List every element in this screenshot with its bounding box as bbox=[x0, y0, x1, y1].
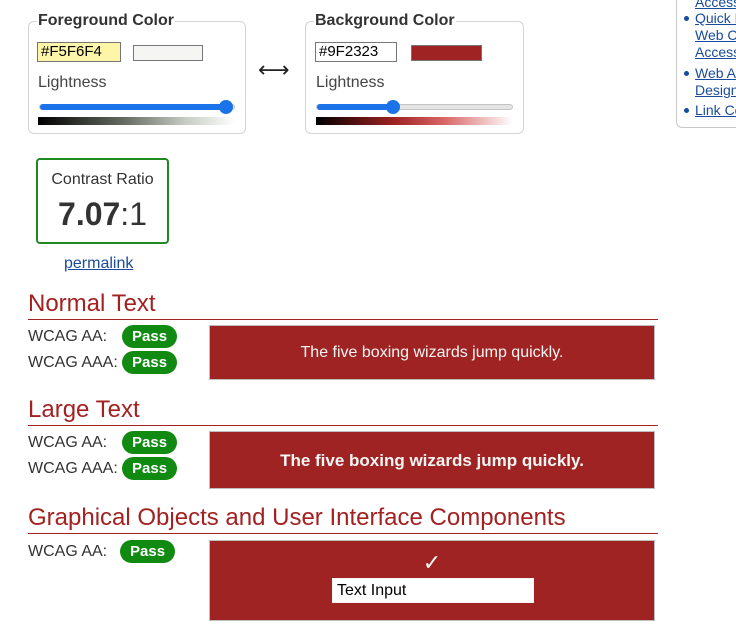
normal-sample-text: The five boxing wizards jump quickly. bbox=[300, 344, 564, 361]
related-link[interactable]: Link Co bbox=[695, 102, 736, 119]
permalink-link[interactable]: permalink bbox=[64, 255, 133, 273]
large-aa-pass-badge: Pass bbox=[122, 431, 178, 454]
normal-aaa-label: WCAG AAA: bbox=[28, 354, 118, 371]
large-aa-label: WCAG AA: bbox=[28, 434, 108, 451]
foreground-legend: Foreground Color bbox=[37, 11, 175, 31]
foreground-hex-input[interactable] bbox=[37, 42, 121, 62]
contrast-ratio-box: Contrast Ratio 7.07:1 bbox=[36, 158, 169, 244]
normal-aaa-pass-badge: Pass bbox=[122, 351, 178, 374]
normal-aa-pass-badge: Pass bbox=[122, 325, 178, 348]
graphical-objects-sample: ✓ Text Input bbox=[209, 540, 655, 621]
related-link[interactable]: Quick R bbox=[695, 10, 736, 27]
background-color-group: Background Color Lightness bbox=[305, 11, 524, 134]
contrast-ratio-suffix: :1 bbox=[120, 196, 147, 232]
contrast-checker-page: Foreground Color Lightness ⟷ Background … bbox=[0, 0, 736, 635]
normal-text-heading: Normal Text bbox=[28, 290, 156, 317]
contrast-ratio-label: Contrast Ratio bbox=[51, 171, 154, 188]
foreground-lightness-gradient bbox=[38, 117, 235, 125]
large-aaa-label: WCAG AAA: bbox=[28, 460, 118, 477]
contrast-ratio-number: 7.07 bbox=[58, 196, 121, 232]
related-links-panel: Access Quick R Web C Access Web A Design… bbox=[676, 0, 736, 128]
sample-text-input[interactable]: Text Input bbox=[332, 578, 534, 603]
normal-text-sample: The five boxing wizards jump quickly. bbox=[209, 325, 655, 380]
large-text-sample: The five boxing wizards jump quickly. bbox=[209, 431, 655, 489]
foreground-color-swatch[interactable] bbox=[133, 45, 203, 61]
contrast-ratio-value: 7.07:1 bbox=[38, 196, 167, 233]
foreground-color-group: Foreground Color Lightness bbox=[28, 11, 246, 134]
large-text-divider bbox=[28, 425, 658, 426]
background-legend: Background Color bbox=[314, 11, 456, 31]
bullet-icon bbox=[684, 108, 689, 113]
background-color-swatch[interactable] bbox=[411, 45, 482, 61]
graphical-objects-heading: Graphical Objects and User Interface Com… bbox=[28, 504, 566, 531]
background-lightness-slider[interactable] bbox=[316, 100, 513, 114]
related-link[interactable]: Access bbox=[695, 44, 736, 61]
foreground-slider-thumb[interactable] bbox=[219, 100, 234, 114]
background-slider-fill bbox=[317, 104, 394, 110]
large-sample-text: The five boxing wizards jump quickly. bbox=[280, 451, 584, 470]
large-text-heading: Large Text bbox=[28, 396, 140, 423]
graphical-objects-divider bbox=[28, 533, 658, 534]
background-lightness-gradient bbox=[316, 117, 513, 125]
foreground-slider-fill bbox=[40, 104, 227, 110]
swap-colors-icon[interactable]: ⟷ bbox=[258, 58, 290, 83]
background-hex-input[interactable] bbox=[315, 42, 397, 62]
foreground-lightness-label: Lightness bbox=[38, 74, 107, 91]
foreground-lightness-slider[interactable] bbox=[39, 100, 235, 114]
background-lightness-label: Lightness bbox=[316, 74, 385, 91]
graphical-aa-pass-badge: Pass bbox=[120, 540, 176, 563]
normal-aa-label: WCAG AA: bbox=[28, 328, 108, 345]
related-link[interactable]: Design bbox=[695, 82, 736, 99]
background-slider-thumb[interactable] bbox=[386, 100, 401, 114]
related-link[interactable]: Web C bbox=[695, 27, 736, 44]
large-aaa-pass-badge: Pass bbox=[122, 457, 178, 480]
graphical-aa-label: WCAG AA: bbox=[28, 543, 108, 560]
checkmark-icon: ✓ bbox=[422, 551, 442, 576]
bullet-icon bbox=[684, 71, 689, 76]
related-link[interactable]: Web A bbox=[695, 65, 736, 82]
normal-text-divider bbox=[28, 319, 658, 320]
bullet-icon bbox=[684, 16, 689, 21]
